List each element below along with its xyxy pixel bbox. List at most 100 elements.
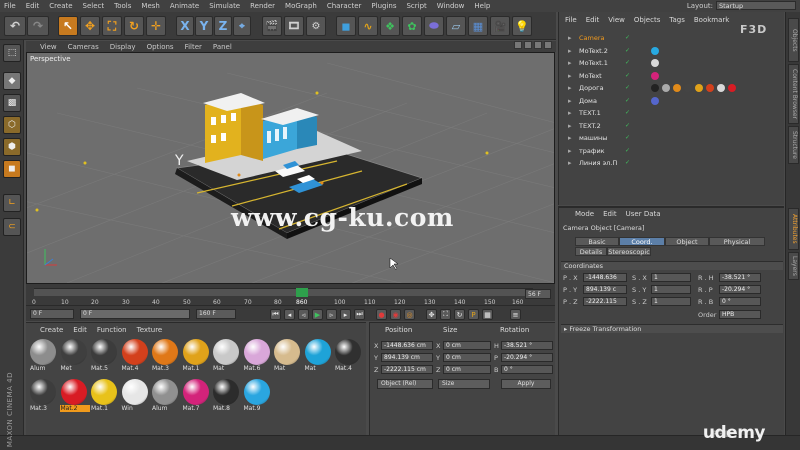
param-key-icon[interactable]: P [468,309,479,320]
material-swatch[interactable]: Alum [29,339,59,375]
material-swatch[interactable]: Mat.3 [29,379,59,415]
material-swatch[interactable]: Mat.5 [90,339,120,375]
end-frame-field[interactable]: 160 F [196,309,236,319]
rot-h-field[interactable]: -38.521 ° [501,341,553,350]
menu-window[interactable]: Window [437,2,465,10]
material-menu-create[interactable]: Create [40,326,63,334]
tab-basic[interactable]: Basic [575,237,619,246]
material-swatch[interactable]: Mat.6 [243,339,273,375]
menu-simulate[interactable]: Simulate [209,2,240,10]
coordinates-section[interactable]: Coordinates [561,261,783,270]
sidetab-objects[interactable]: Objects [788,18,799,62]
next-key-icon[interactable]: ▸ [340,309,351,320]
pan-icon[interactable] [514,41,522,49]
material-tag-icon[interactable] [651,96,659,105]
enabled-check-icon[interactable]: ✓ [625,97,630,104]
attr-r-p-field[interactable]: -20.294 ° [719,285,761,294]
floor-icon[interactable]: ▱ [446,16,466,36]
sidetab-attributes[interactable]: Attributes [788,208,799,250]
prev-key-icon[interactable]: ◂ [284,309,295,320]
material-tag-icon[interactable] [728,84,736,92]
move-icon[interactable]: ✥ [80,16,100,36]
object-row[interactable]: ▸ TEXT.1 ✓ [559,107,785,119]
rot-p-field[interactable]: -20.294 ° [501,353,553,362]
rotation-key-icon[interactable]: ↻ [454,309,465,320]
object-name[interactable]: Camera [579,34,605,42]
material-swatch[interactable]: Mat.1 [182,339,212,375]
enabled-check-icon[interactable]: ✓ [625,147,630,154]
size-z-field[interactable]: 0 cm [443,365,491,374]
camera-icon[interactable]: 🎥 [490,16,510,36]
viewport-menu-panel[interactable]: Panel [213,43,232,51]
object-menu-view[interactable]: View [608,16,625,24]
enabled-check-icon[interactable]: ✓ [625,72,630,79]
sidetab-content-browser[interactable]: Content Browser [788,64,799,124]
material-tag-icon[interactable] [651,71,659,80]
go-to-start-icon[interactable]: ⏮ [270,309,281,320]
enabled-check-icon[interactable]: ✓ [625,59,630,66]
material-swatch[interactable]: Mat.9 [243,379,273,415]
size-y-field[interactable]: 0 cm [443,353,491,362]
expand-icon[interactable]: ▸ [568,109,572,117]
menu-animate[interactable]: Animate [170,2,199,10]
material-swatch[interactable]: Mat [212,339,242,375]
expand-icon[interactable]: ▸ [568,97,572,105]
material-swatch[interactable]: Alum [151,379,181,415]
points-mode-icon[interactable]: ⬡ [3,116,21,134]
menu-file[interactable]: File [4,2,16,10]
expand-icon[interactable]: ▸ [568,122,572,130]
undo-icon[interactable]: ↶ [4,16,26,36]
material-swatch[interactable]: Mat.1 [90,379,120,415]
material-swatch[interactable]: Mat.2 [59,379,90,415]
prev-frame-icon[interactable]: ◃ [298,309,309,320]
viewport-menu-view[interactable]: View [40,43,57,51]
coordinate-mode-select[interactable]: Object (Rel) [377,379,433,389]
size-x-field[interactable]: 0 cm [443,341,491,350]
expand-icon[interactable]: ▸ [568,159,572,167]
object-row[interactable]: ▸ MoText.2 ✓ [559,45,785,57]
go-to-end-icon[interactable]: ⏭ [354,309,365,320]
object-row[interactable]: ▸ Линия эл.П ✓ [559,157,785,169]
viewport-menu-cameras[interactable]: Cameras [68,43,99,51]
render-picture-viewer-icon[interactable]: 🎞 [284,16,304,36]
start-frame-field[interactable]: 0 F [30,309,74,319]
tab-stereoscopic[interactable]: Stereoscopic [607,247,651,256]
live-selection-icon[interactable]: ↖ [58,16,78,36]
deformer-icon[interactable]: ⬬ [424,16,444,36]
axis-mode-icon[interactable]: ∟ [3,194,21,212]
enabled-check-icon[interactable]: ✓ [625,34,630,41]
material-menu-texture[interactable]: Texture [137,326,163,334]
attr-r-b-field[interactable]: 0 ° [719,297,761,306]
menu-create[interactable]: Create [49,2,72,10]
object-menu-tags[interactable]: Tags [669,16,685,24]
expand-icon[interactable]: ▸ [568,34,572,42]
object-name[interactable]: TEXT.1 [579,109,601,117]
keyframe-selection-icon[interactable]: ◎ [404,309,415,320]
tab-object[interactable]: Object [665,237,709,246]
coordinate-system-icon[interactable]: ⌖ [233,16,251,36]
object-name[interactable]: машины [579,134,607,142]
object-menu-bookmark[interactable]: Bookmark [694,16,729,24]
enabled-check-icon[interactable]: ✓ [625,84,630,91]
spline-icon[interactable]: ∿ [358,16,378,36]
timeline[interactable]: 0 10 20 30 40 50 60 70 80 860 100 110 12… [26,284,555,306]
layout-select[interactable]: Startup [716,1,796,10]
subdivision-surface-icon[interactable]: ❖ [380,16,400,36]
material-tag-icon[interactable] [706,84,714,92]
material-swatch[interactable]: Win [121,379,151,415]
enabled-check-icon[interactable]: ✓ [625,159,630,166]
object-name[interactable]: трафик [579,147,605,155]
snap-icon[interactable]: ⊂ [3,218,21,236]
sidetab-structure[interactable]: Structure [788,126,799,164]
tab-physical[interactable]: Physical [709,237,765,246]
viewport-menu-options[interactable]: Options [147,43,174,51]
menu-tools[interactable]: Tools [114,2,131,10]
material-tag-icon[interactable] [717,84,725,92]
polygons-mode-icon[interactable]: ◼ [3,160,21,178]
object-name[interactable]: MoText [579,72,602,80]
expand-icon[interactable]: ▸ [568,147,572,155]
autokey-icon[interactable]: ◉ [390,309,401,320]
enabled-check-icon[interactable]: ✓ [625,109,630,116]
tab-details[interactable]: Details [575,247,607,256]
material-tag-icon[interactable] [695,84,703,92]
